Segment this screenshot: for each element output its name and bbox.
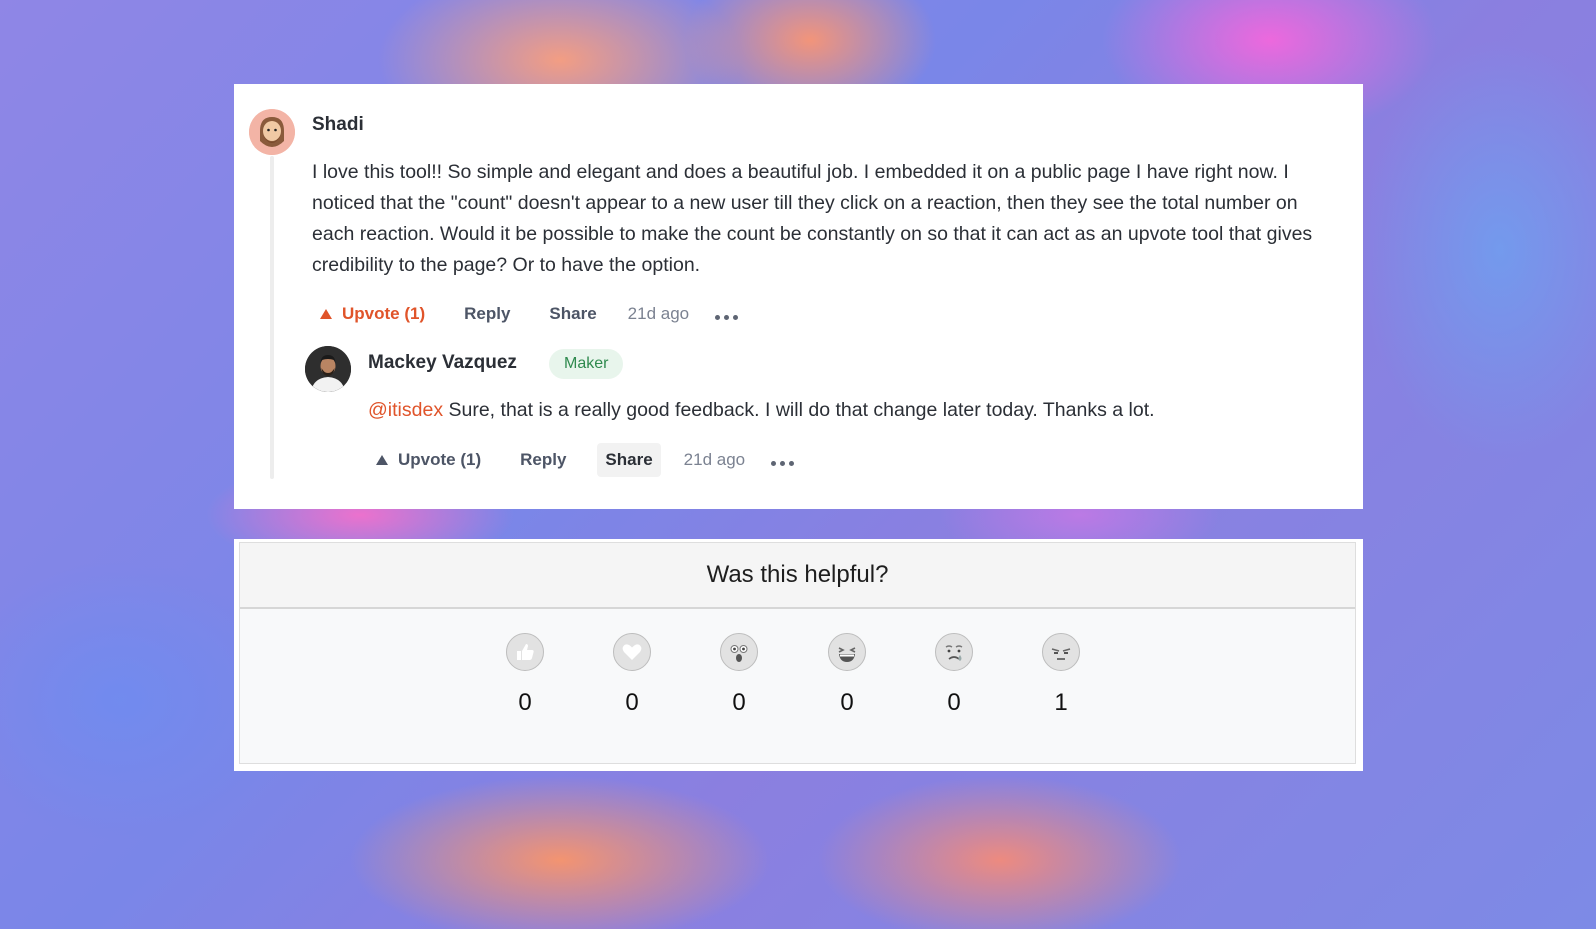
share-button[interactable]: Share [541,297,604,331]
reply-actions: Upvote (1) Reply Share 21d ago [368,443,795,477]
reply-reply-button[interactable]: Reply [512,443,574,477]
reaction-widget: Was this helpful? 0 0 0 0 0 1 [234,539,1363,771]
mention-link[interactable]: @itisdex [368,399,443,421]
timestamp[interactable]: 21d ago [628,304,689,324]
reply-button[interactable]: Reply [456,297,518,331]
comment-body: I love this tool!! So simple and elegant… [312,161,1313,276]
reaction-count: 0 [518,689,532,716]
reaction-thumbs-up[interactable]: 0 [495,633,555,717]
thumbs-up-icon [506,633,544,671]
maker-badge: Maker [549,349,624,379]
surprised-face-icon [720,633,758,671]
reaction-crying[interactable]: 0 [924,633,984,717]
more-options-icon[interactable] [715,309,739,320]
reaction-widget-panel: Was this helpful? 0 0 0 0 0 1 [239,542,1356,764]
reaction-count: 0 [625,689,639,716]
more-options-icon[interactable] [771,455,795,466]
reply-share-button[interactable]: Share [597,443,661,477]
reaction-laughing[interactable]: 0 [817,633,877,717]
comment-actions: Upvote (1) Reply Share 21d ago [312,297,739,331]
reply-upvote-button[interactable]: Upvote (1) [368,443,489,477]
thread-line [270,156,274,479]
upvote-label: Upvote (1) [342,304,426,323]
reply-upvote-label: Upvote (1) [398,450,482,469]
upvote-arrow-icon [376,455,388,465]
upvote-arrow-icon [320,309,332,319]
reply-timestamp[interactable]: 21d ago [684,450,745,470]
reaction-annoyed[interactable]: 1 [1031,633,1091,717]
comment-author[interactable]: Shadi [312,114,364,136]
reply-author[interactable]: Mackey Vazquez [368,352,517,374]
reply-body-text: Sure, that is a really good feedback. I … [443,399,1155,421]
reaction-count: 0 [840,689,854,716]
heart-icon [613,633,651,671]
avatar-mackey[interactable] [305,346,351,392]
laughing-face-icon [828,633,866,671]
annoyed-face-icon [1042,633,1080,671]
widget-title: Was this helpful? [240,543,1355,609]
comment-card: Shadi I love this tool!! So simple and e… [234,84,1363,509]
reaction-count: 0 [947,689,961,716]
avatar-shadi[interactable] [249,109,295,155]
reaction-heart[interactable]: 0 [602,633,662,717]
reaction-count: 1 [1054,689,1068,716]
reaction-surprised[interactable]: 0 [709,633,769,717]
reply-body: @itisdex Sure, that is a really good fee… [368,396,1328,424]
upvote-button[interactable]: Upvote (1) [312,297,433,331]
crying-face-icon [935,633,973,671]
reaction-count: 0 [732,689,746,716]
